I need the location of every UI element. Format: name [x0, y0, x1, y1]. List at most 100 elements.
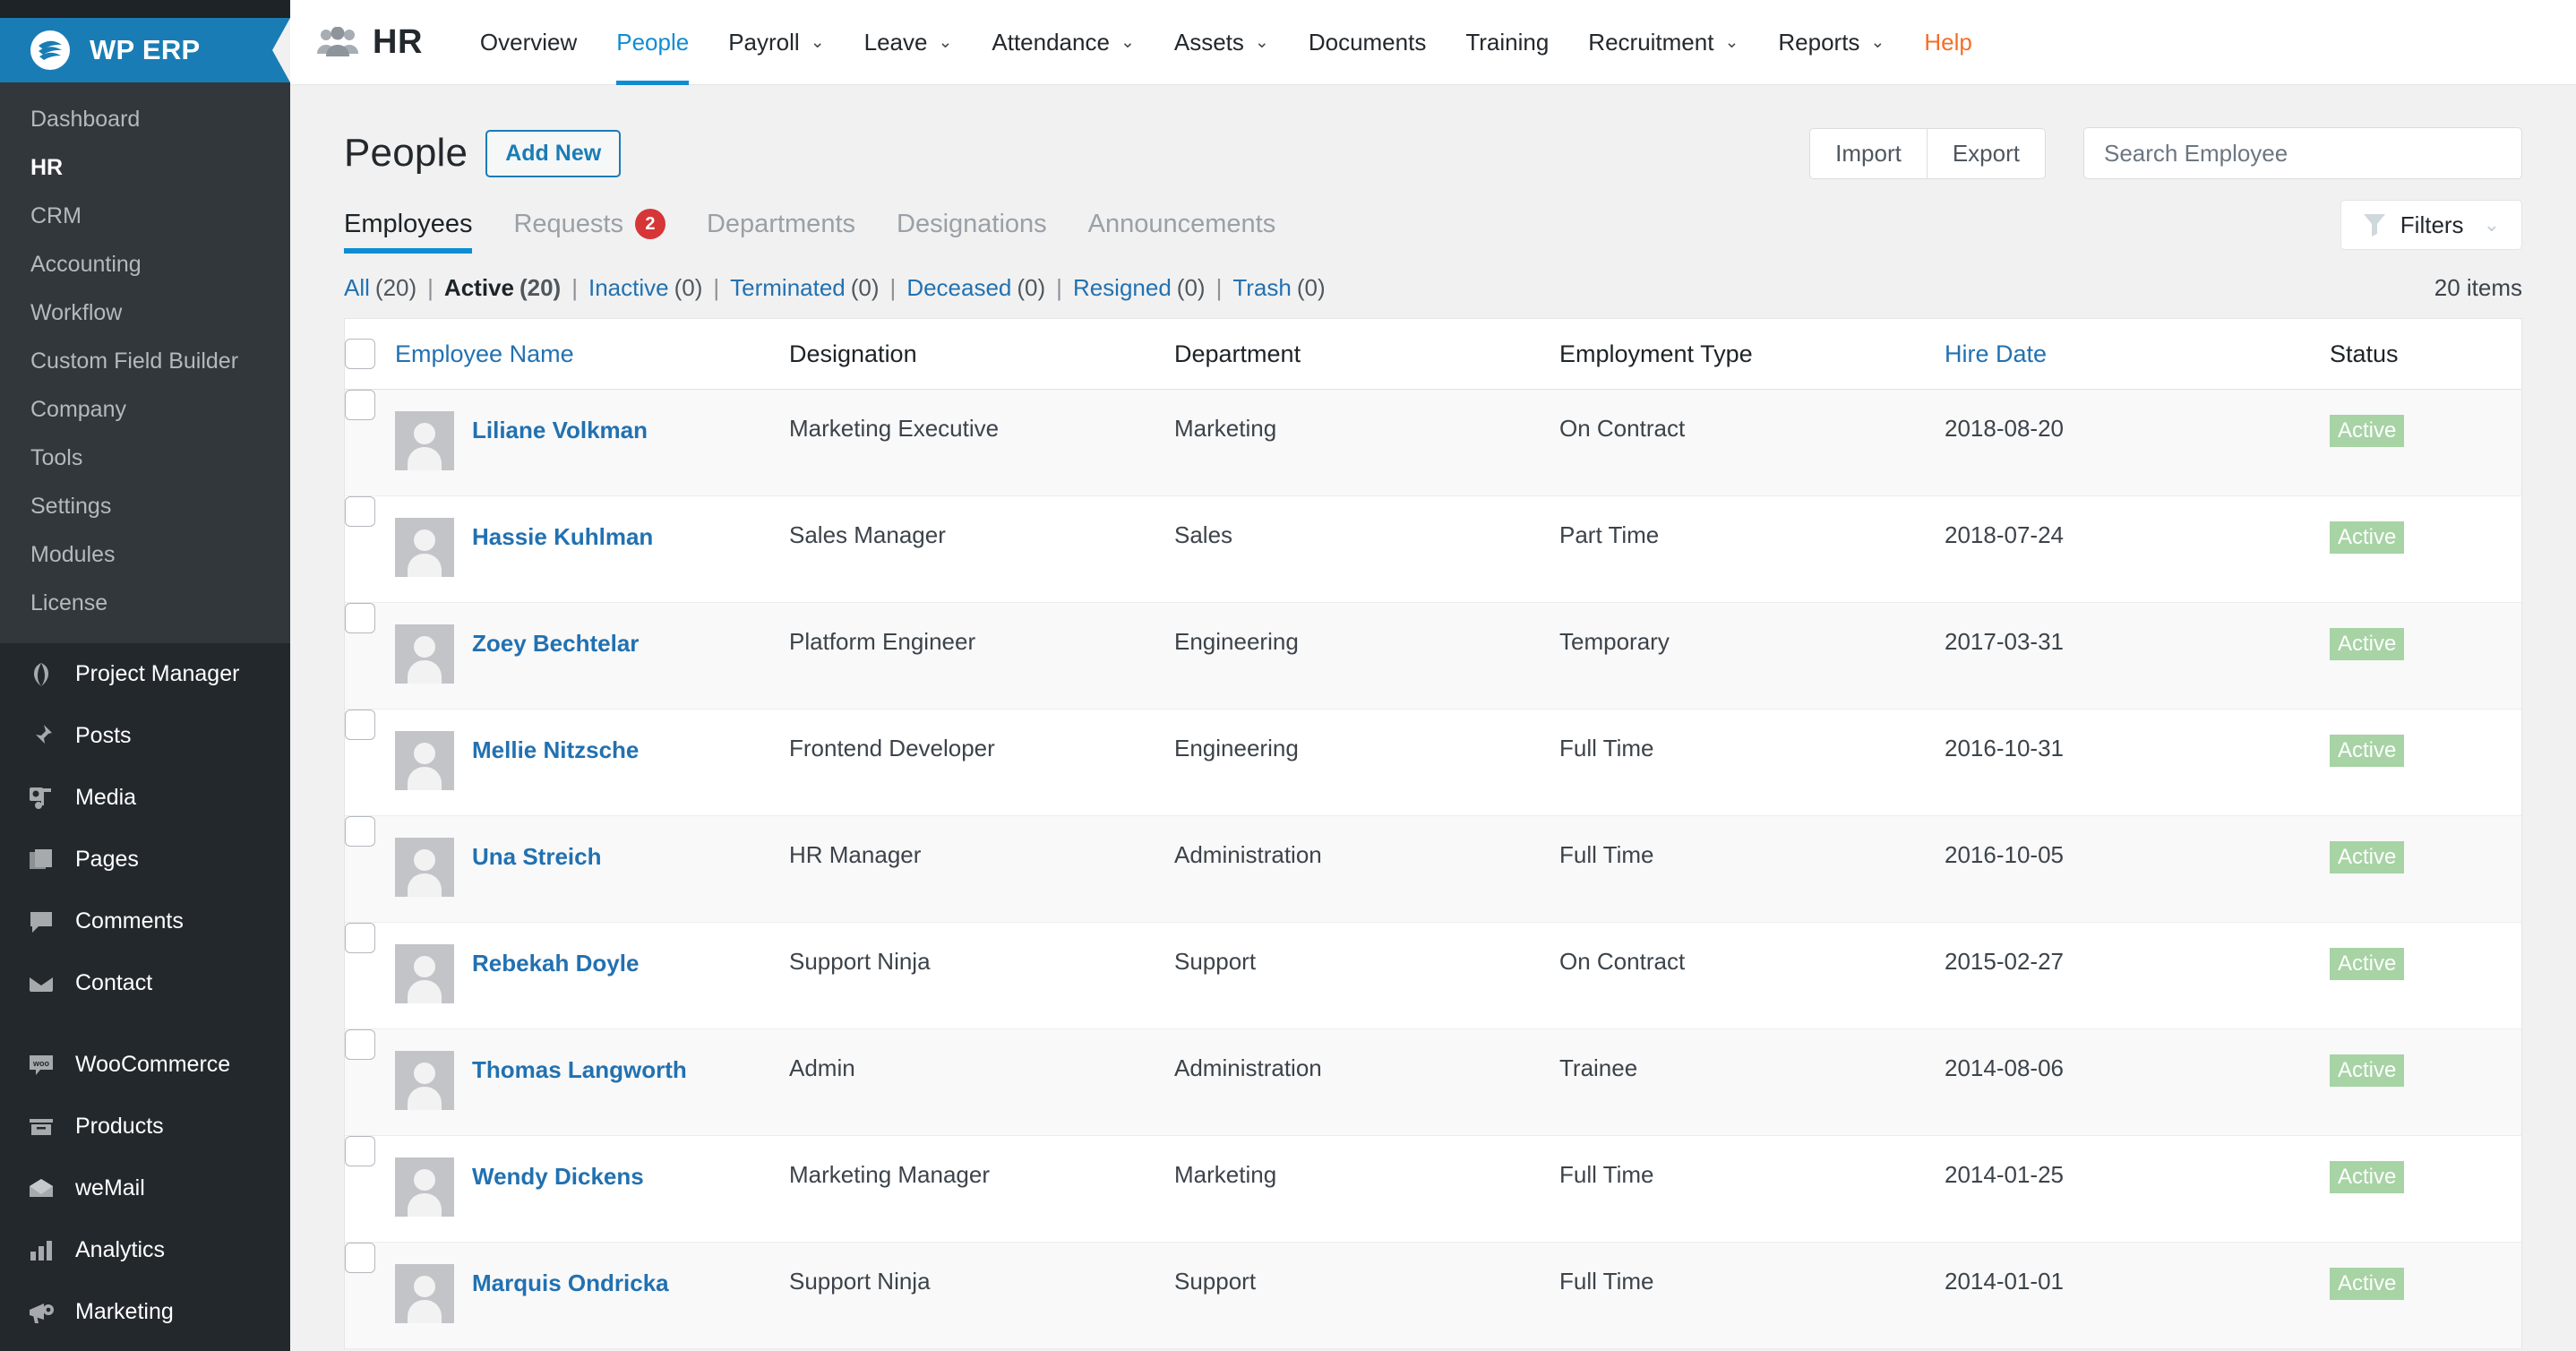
sidebar-erp-item-tools[interactable]: Tools — [0, 434, 290, 482]
row-checkbox[interactable] — [345, 1029, 375, 1060]
sidebar-item-wemail[interactable]: weMail — [0, 1157, 290, 1219]
employee-name-link[interactable]: Liliane Volkman — [472, 411, 648, 447]
search-employee-input[interactable] — [2083, 127, 2522, 179]
employee-designation-cell: Marketing Executive — [789, 389, 1174, 496]
sidebar-erp-item-crm[interactable]: CRM — [0, 192, 290, 240]
sidebar-erp-item-hr[interactable]: HR — [0, 143, 290, 192]
filters-button[interactable]: Filters ⌄ — [2340, 200, 2522, 250]
sub-tabs: Employees Requests 2 Departments Designation… — [290, 185, 2576, 254]
employee-name-link[interactable]: Zoey Bechtelar — [472, 624, 639, 660]
avatar — [395, 944, 454, 1003]
employee-hire-date-cell-text: 2018-08-20 — [1945, 415, 2064, 442]
sidebar-item-marketing[interactable]: Marketing — [0, 1281, 290, 1343]
table-row[interactable]: Liliane Volkman Marketing Executive Market… — [345, 389, 2521, 496]
employee-status-cell: Active — [2330, 1242, 2521, 1349]
items-count: 20 items — [2434, 273, 2522, 301]
employee-name-link[interactable]: Marquis Ondricka — [472, 1264, 669, 1300]
status-link-inactive[interactable]: Inactive (0) — [588, 274, 702, 302]
status-link-resigned[interactable]: Resigned (0) — [1073, 274, 1206, 302]
employee-name-link[interactable]: Mellie Nitzsche — [472, 731, 639, 767]
nav-item-attendance[interactable]: Attendance ⌄ — [972, 0, 1154, 85]
status-link-terminated[interactable]: Terminated (0) — [730, 274, 879, 302]
status-link-separator: | — [571, 273, 578, 301]
sidebar-erp-item-workflow[interactable]: Workflow — [0, 288, 290, 337]
employee-name-link[interactable]: Thomas Langworth — [472, 1051, 687, 1087]
sidebar-erp-item-modules[interactable]: Modules — [0, 530, 290, 579]
avatar — [395, 1051, 454, 1110]
tab-employees[interactable]: Employees — [344, 210, 473, 254]
row-checkbox[interactable] — [345, 496, 375, 527]
select-all-checkbox[interactable] — [345, 339, 375, 369]
row-checkbox[interactable] — [345, 816, 375, 847]
nav-item-recruitment[interactable]: Recruitment ⌄ — [1568, 0, 1758, 85]
pages-icon — [23, 845, 59, 875]
table-row[interactable]: Marquis Ondricka Support Ninja Support Full… — [345, 1242, 2521, 1349]
nav-item-documents[interactable]: Documents — [1289, 0, 1447, 85]
nav-item-training[interactable]: Training — [1446, 0, 1568, 85]
employee-name-link[interactable]: Una Streich — [472, 838, 602, 873]
status-link-active[interactable]: Active (20) — [444, 274, 561, 302]
sidebar-erp-item-company[interactable]: Company — [0, 385, 290, 434]
sidebar-item-posts[interactable]: Posts — [0, 705, 290, 767]
sidebar-item-woocommerce[interactable]: woo WooCommerce — [0, 1034, 290, 1096]
sidebar-item-project-manager[interactable]: Project Manager — [0, 643, 290, 705]
sidebar-brand-wperp[interactable]: WP ERP — [0, 18, 290, 82]
nav-item-payroll[interactable]: Payroll ⌄ — [708, 0, 844, 85]
add-new-button[interactable]: Add New — [485, 129, 622, 177]
sidebar-erp-item-accounting[interactable]: Accounting — [0, 240, 290, 288]
sidebar-erp-item-settings[interactable]: Settings — [0, 482, 290, 530]
nav-item-help[interactable]: Help — [1904, 0, 1991, 85]
row-checkbox[interactable] — [345, 923, 375, 953]
sidebar-item-products[interactable]: Products — [0, 1096, 290, 1157]
sidebar-item-comments[interactable]: Comments — [0, 891, 290, 952]
tab-departments[interactable]: Departments — [707, 210, 855, 254]
row-checkbox[interactable] — [345, 603, 375, 633]
employee-name-link[interactable]: Wendy Dickens — [472, 1157, 644, 1193]
table-row[interactable]: Zoey Bechtelar Platform Engineer Engineeri… — [345, 602, 2521, 710]
table-row[interactable]: Thomas Langworth Admin Administration Train… — [345, 1028, 2521, 1136]
row-checkbox[interactable] — [345, 1243, 375, 1273]
employee-hire-date-cell: 2018-07-24 — [1945, 495, 2330, 603]
sidebar-erp-item-license[interactable]: License — [0, 579, 290, 627]
employee-name-link[interactable]: Hassie Kuhlman — [472, 518, 653, 554]
sidebar-erp-item-dashboard[interactable]: Dashboard — [0, 95, 290, 143]
column-header-hire-date[interactable]: Hire Date — [1945, 319, 2330, 390]
nav-item-leave[interactable]: Leave ⌄ — [845, 0, 973, 85]
employees-table-wrapper: Employee Name Designation Department Emp… — [344, 318, 2522, 1349]
nav-item-overview[interactable]: Overview — [460, 0, 597, 85]
sidebar-item-pages[interactable]: Pages — [0, 829, 290, 891]
table-row[interactable]: Rebekah Doyle Support Ninja Support On Cont… — [345, 922, 2521, 1029]
row-checkbox[interactable] — [345, 1136, 375, 1166]
row-checkbox[interactable] — [345, 390, 375, 420]
table-row[interactable]: Wendy Dickens Marketing Manager Marketing F… — [345, 1135, 2521, 1243]
sidebar-item-label: Products — [75, 1114, 164, 1139]
nav-item-assets[interactable]: Assets ⌄ — [1155, 0, 1289, 85]
sidebar-item-label: Comments — [75, 908, 184, 934]
export-button[interactable]: Export — [1927, 127, 2046, 179]
employee-status-cell: Active — [2330, 815, 2521, 923]
tab-designations[interactable]: Designations — [897, 210, 1047, 254]
sidebar-item-contact[interactable]: Contact — [0, 952, 290, 1014]
status-link-deceased[interactable]: Deceased (0) — [906, 274, 1045, 302]
employee-name-link[interactable]: Rebekah Doyle — [472, 944, 639, 980]
import-button[interactable]: Import — [1809, 127, 1928, 179]
tab-requests[interactable]: Requests 2 — [513, 209, 665, 254]
nav-item-people[interactable]: People — [597, 0, 708, 85]
column-header-employee-name[interactable]: Employee Name — [395, 319, 789, 390]
employee-employment-type-cell: Full Time — [1559, 1242, 1945, 1349]
sidebar-item-media[interactable]: Media — [0, 767, 290, 829]
tab-announcements[interactable]: Announcements — [1088, 210, 1276, 254]
row-checkbox[interactable] — [345, 710, 375, 740]
erp-submenu: Dashboard HR CRM Accounting Workflow Custom F… — [0, 82, 290, 643]
nav-item-label: Attendance — [992, 28, 1110, 56]
table-row[interactable]: Mellie Nitzsche Frontend Developer Enginee… — [345, 709, 2521, 816]
table-row[interactable]: Hassie Kuhlman Sales Manager Sales Part Tim… — [345, 495, 2521, 603]
employee-department-cell-text: Administration — [1174, 841, 1322, 868]
status-link-all[interactable]: All (20) — [344, 274, 416, 302]
sidebar-item-analytics[interactable]: Analytics — [0, 1219, 290, 1281]
sidebar-erp-item-custom-field-builder[interactable]: Custom Field Builder — [0, 337, 290, 385]
status-link-trash[interactable]: Trash (0) — [1232, 274, 1325, 302]
table-row[interactable]: Una Streich HR Manager Administration Full … — [345, 815, 2521, 923]
navbar-module-title: HR — [373, 22, 423, 61]
nav-item-reports[interactable]: Reports ⌄ — [1758, 0, 1904, 85]
